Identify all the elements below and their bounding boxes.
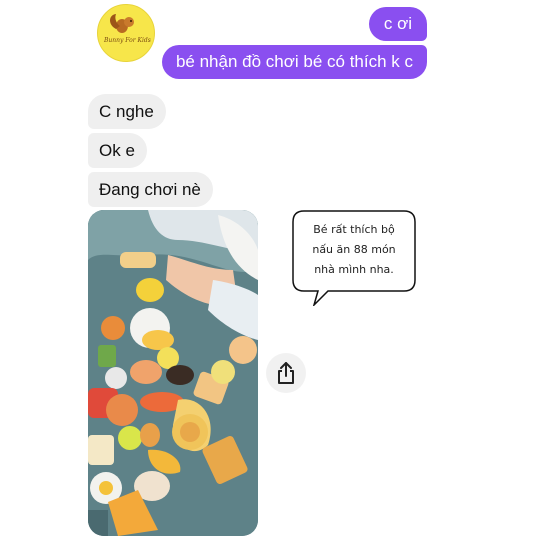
logo-text: Bunny For Kids bbox=[104, 37, 151, 44]
message-text: bé nhận đồ chơi bé có thích k c bbox=[175, 52, 413, 71]
message-text: c ơi bbox=[383, 14, 412, 33]
message-text: C nghe bbox=[99, 102, 154, 121]
outgoing-message[interactable]: bé nhận đồ chơi bé có thích k c bbox=[161, 45, 427, 79]
message-text: Đang chơi nè bbox=[99, 180, 201, 199]
note-text: Bé rất thích bộ nấu ăn 88 món nhà mình n… bbox=[300, 220, 408, 280]
incoming-message[interactable]: Ok e bbox=[88, 133, 147, 168]
share-icon bbox=[278, 362, 294, 384]
incoming-message[interactable]: C nghe bbox=[88, 94, 166, 129]
outgoing-message[interactable]: c ơi bbox=[368, 7, 427, 41]
squirrel-logo-icon bbox=[110, 14, 134, 33]
speech-bubble-note: Bé rất thích bộ nấu ăn 88 món nhà mình n… bbox=[292, 210, 416, 306]
incoming-message[interactable]: Đang chơi nè bbox=[88, 172, 213, 207]
note-line: nấu ăn 88 món bbox=[312, 243, 396, 256]
note-line: nhà mình nha. bbox=[314, 263, 394, 276]
share-button[interactable] bbox=[266, 353, 306, 393]
message-text: Ok e bbox=[99, 141, 135, 160]
note-line: Bé rất thích bộ bbox=[313, 223, 395, 236]
toy-food-photo bbox=[88, 210, 258, 536]
photo-message[interactable] bbox=[88, 210, 258, 536]
chat-screen: Bunny For Kids c ơi bé nhận đồ chơi bé c… bbox=[0, 0, 540, 540]
contact-avatar[interactable]: Bunny For Kids bbox=[97, 4, 155, 62]
